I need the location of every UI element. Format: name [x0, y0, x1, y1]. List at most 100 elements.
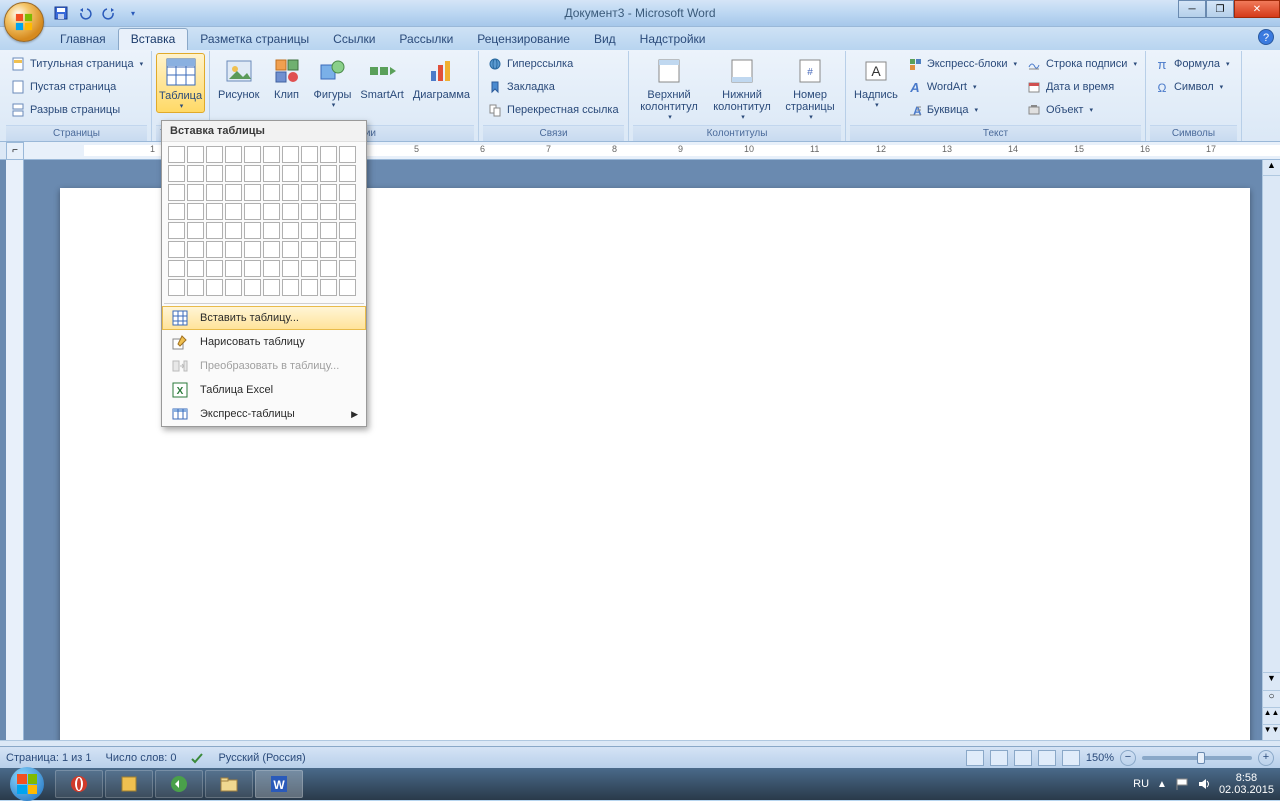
grid-cell[interactable] [301, 279, 318, 296]
zoom-slider-thumb[interactable] [1197, 752, 1205, 764]
date-time-button[interactable]: Дата и время [1022, 76, 1141, 98]
grid-cell[interactable] [301, 241, 318, 258]
quick-tables-item[interactable]: Экспресс-таблицы ▶ [162, 402, 366, 426]
grid-cell[interactable] [168, 165, 185, 182]
grid-cell[interactable] [320, 184, 337, 201]
grid-cell[interactable] [206, 146, 223, 163]
insert-table-item[interactable]: Вставить таблицу... [162, 306, 366, 330]
grid-cell[interactable] [282, 184, 299, 201]
grid-cell[interactable] [168, 146, 185, 163]
prev-page-button[interactable]: ▲▲ [1263, 707, 1280, 723]
grid-cell[interactable] [301, 203, 318, 220]
signature-line-button[interactable]: Строка подписи▾ [1022, 53, 1141, 75]
grid-cell[interactable] [187, 146, 204, 163]
grid-cell[interactable] [282, 241, 299, 258]
taskbar-explorer[interactable] [205, 770, 253, 798]
taskbar-word[interactable]: W [255, 770, 303, 798]
grid-cell[interactable] [301, 184, 318, 201]
tab-addins[interactable]: Надстройки [628, 29, 718, 50]
grid-cell[interactable] [206, 203, 223, 220]
excel-table-item[interactable]: X Таблица Excel [162, 378, 366, 402]
grid-cell[interactable] [187, 203, 204, 220]
grid-cell[interactable] [244, 222, 261, 239]
grid-cell[interactable] [225, 184, 242, 201]
grid-cell[interactable] [339, 203, 356, 220]
word-count[interactable]: Число слов: 0 [106, 752, 177, 764]
chart-button[interactable]: Диаграмма [409, 53, 474, 103]
grid-cell[interactable] [282, 279, 299, 296]
grid-cell[interactable] [187, 184, 204, 201]
grid-cell[interactable] [206, 165, 223, 182]
grid-cell[interactable] [244, 260, 261, 277]
grid-cell[interactable] [282, 146, 299, 163]
equation-button[interactable]: πФормула▾ [1150, 53, 1234, 75]
quick-parts-button[interactable]: Экспресс-блоки▾ [903, 53, 1021, 75]
page-number-button[interactable]: #Номер страницы▾ [779, 53, 841, 123]
grid-cell[interactable] [168, 222, 185, 239]
print-layout-view[interactable] [966, 750, 984, 766]
grid-cell[interactable] [263, 184, 280, 201]
grid-cell[interactable] [282, 165, 299, 182]
grid-cell[interactable] [282, 203, 299, 220]
restore-button[interactable]: ❐ [1206, 0, 1234, 18]
grid-cell[interactable] [320, 222, 337, 239]
vertical-ruler[interactable] [6, 160, 24, 740]
tab-mailings[interactable]: Рассылки [387, 29, 465, 50]
grid-cell[interactable] [225, 203, 242, 220]
outline-view[interactable] [1038, 750, 1056, 766]
picture-button[interactable]: Рисунок [214, 53, 264, 103]
help-button[interactable]: ? [1258, 29, 1274, 45]
web-layout-view[interactable] [1014, 750, 1032, 766]
full-screen-view[interactable] [990, 750, 1008, 766]
grid-cell[interactable] [301, 260, 318, 277]
grid-cell[interactable] [168, 184, 185, 201]
draft-view[interactable] [1062, 750, 1080, 766]
tab-home[interactable]: Главная [48, 29, 118, 50]
scroll-up-button[interactable]: ▲ [1263, 160, 1280, 176]
draw-table-item[interactable]: Нарисовать таблицу [162, 330, 366, 354]
grid-cell[interactable] [168, 241, 185, 258]
tab-insert[interactable]: Вставка [118, 28, 189, 50]
hyperlink-button[interactable]: Гиперссылка [483, 53, 623, 75]
grid-cell[interactable] [301, 222, 318, 239]
grid-cell[interactable] [244, 203, 261, 220]
grid-cell[interactable] [206, 279, 223, 296]
grid-cell[interactable] [244, 279, 261, 296]
grid-cell[interactable] [225, 260, 242, 277]
grid-cell[interactable] [339, 279, 356, 296]
tray-flag-icon[interactable] [1175, 777, 1189, 791]
wordart-button[interactable]: AWordArt▾ [903, 76, 1021, 98]
grid-cell[interactable] [339, 146, 356, 163]
grid-cell[interactable] [168, 260, 185, 277]
grid-cell[interactable] [339, 222, 356, 239]
grid-cell[interactable] [187, 260, 204, 277]
grid-cell[interactable] [244, 241, 261, 258]
smartart-button[interactable]: SmartArt [356, 53, 407, 103]
bookmark-button[interactable]: Закладка [483, 76, 623, 98]
zoom-in-button[interactable]: + [1258, 750, 1274, 766]
taskbar-app3[interactable] [155, 770, 203, 798]
minimize-button[interactable]: ─ [1178, 0, 1206, 18]
grid-cell[interactable] [225, 146, 242, 163]
tab-review[interactable]: Рецензирование [465, 29, 582, 50]
grid-cell[interactable] [339, 241, 356, 258]
grid-cell[interactable] [206, 260, 223, 277]
footer-button[interactable]: Нижний колонтитул▾ [706, 53, 778, 123]
grid-cell[interactable] [244, 146, 261, 163]
tray-language[interactable]: RU [1133, 778, 1149, 790]
grid-cell[interactable] [263, 260, 280, 277]
grid-cell[interactable] [225, 241, 242, 258]
grid-cell[interactable] [244, 184, 261, 201]
grid-cell[interactable] [225, 165, 242, 182]
grid-cell[interactable] [339, 184, 356, 201]
zoom-slider[interactable] [1142, 756, 1252, 760]
blank-page-button[interactable]: Пустая страница [6, 76, 147, 98]
tab-selector[interactable]: ⌐ [6, 142, 24, 160]
grid-cell[interactable] [320, 260, 337, 277]
start-button[interactable] [0, 768, 54, 800]
text-box-button[interactable]: AНадпись▾ [850, 53, 902, 111]
scroll-down-button[interactable]: ▼ [1263, 672, 1280, 688]
shapes-button[interactable]: Фигуры▾ [310, 53, 356, 111]
grid-cell[interactable] [263, 222, 280, 239]
tray-show-hidden[interactable]: ▲ [1157, 779, 1167, 790]
